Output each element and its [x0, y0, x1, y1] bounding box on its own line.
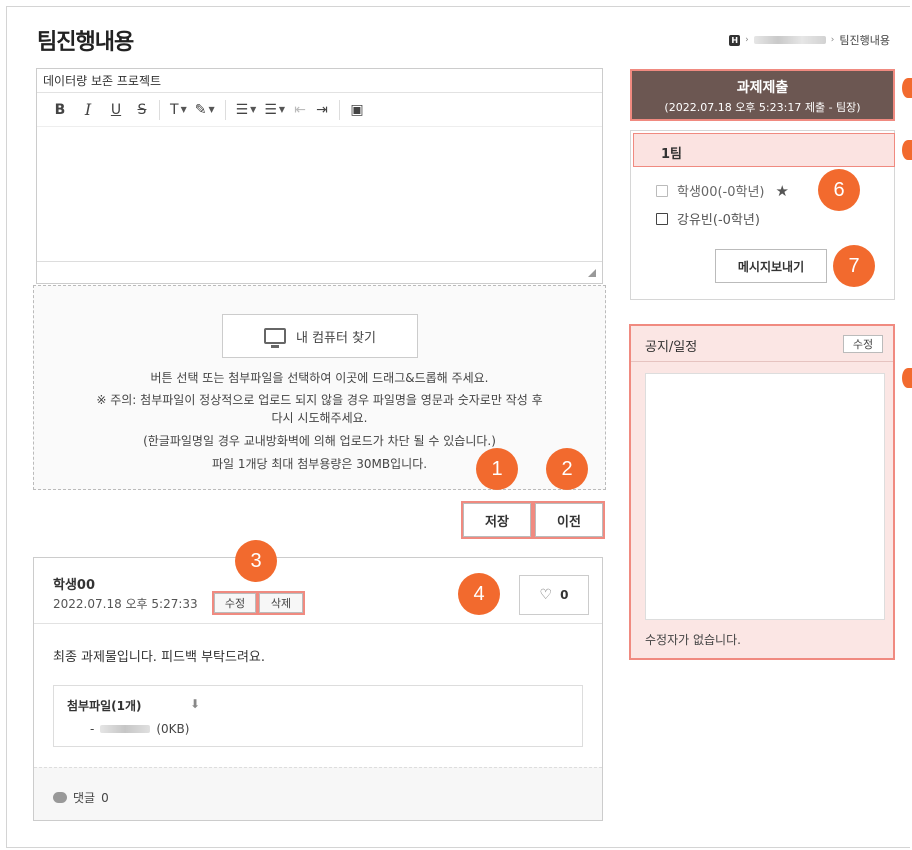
home-icon[interactable]: H — [729, 34, 741, 46]
upload-size-limit: 파일 1개당 최대 첨부용량은 30MB입니다. — [211, 457, 428, 471]
upload-instruction: 버튼 선택 또는 첨부파일을 선택하여 이곳에 드래그&드롭해 주세요. — [150, 371, 489, 385]
underline-button[interactable]: U — [105, 98, 127, 122]
notice-edit-button[interactable]: 수정 — [843, 335, 883, 353]
editor-content-area[interactable] — [37, 128, 602, 262]
ordered-list-icon: ☰ — [235, 101, 249, 118]
breadcrumb-current: 팀진행내용 — [839, 34, 890, 47]
font-size-icon: T — [170, 101, 179, 118]
upload-firewall-note: (한글파일명일 경우 교내방화벽에 의해 업로드가 차단 될 수 있습니다.) — [143, 434, 496, 448]
callout-badge-edge — [902, 140, 912, 160]
callout-badge-3: 3 — [235, 540, 277, 582]
font-size-button[interactable]: T ▼ — [166, 98, 191, 122]
chevron-right-icon: › — [830, 35, 835, 45]
editor-toolbar: B I U S T ▼ ✎ ▼ ☰ ▼ ☰ ▼ ⇤ ⇥ ▣ — [37, 93, 602, 127]
prev-button[interactable]: 이전 — [533, 501, 605, 539]
highlight-button[interactable]: ✎ ▼ — [191, 98, 219, 122]
editor-title-input[interactable]: 데이터량 보존 프로젝트 — [37, 69, 602, 93]
file-bullet: - — [90, 722, 95, 736]
browse-computer-button[interactable]: 내 컴퓨터 찾기 — [222, 314, 418, 358]
notice-editor-status: 수정자가 없습니다. — [645, 633, 741, 647]
team-name: 1팀 — [633, 133, 895, 167]
callout-badge-2: 2 — [546, 448, 588, 490]
toolbar-divider — [159, 99, 160, 120]
star-leader-icon: ★ — [775, 181, 789, 200]
comment-toggle[interactable]: 댓글 0 — [53, 789, 109, 806]
post-body: 최종 과제물입니다. 피드백 부탁드려요. — [53, 650, 266, 665]
comment-bubble-icon — [53, 792, 67, 803]
caret-down-icon: ▼ — [250, 105, 257, 114]
caret-down-icon: ▼ — [180, 105, 187, 114]
callout-badge-edge — [902, 368, 912, 388]
team-member-row: 학생00(-0학년) ★ — [656, 181, 789, 200]
breadcrumb-blurred-item[interactable] — [753, 36, 826, 44]
highlight-pen-icon: ✎ — [194, 101, 207, 118]
post-edit-button[interactable]: 수정 — [212, 591, 258, 615]
page-title: 팀진행내용 — [37, 30, 134, 55]
indent-button[interactable]: ⇥ — [311, 98, 333, 122]
unordered-list-button[interactable]: ☰ ▼ — [260, 98, 289, 122]
post-footer: 댓글 0 — [34, 767, 602, 820]
ordered-list-button[interactable]: ☰ ▼ — [232, 98, 261, 122]
post-date: 2022.07.18 오후 5:27:33 — [53, 597, 198, 611]
save-button[interactable]: 저장 — [461, 501, 533, 539]
like-count: 0 — [560, 588, 569, 602]
resize-handle-icon[interactable] — [588, 269, 596, 277]
file-drop-zone[interactable]: 내 컴퓨터 찾기 버튼 선택 또는 첨부파일을 선택하여 이곳에 드래그&드롭해… — [33, 285, 606, 490]
rich-text-editor: 데이터량 보존 프로젝트 B I U S T ▼ ✎ ▼ ☰ ▼ ☰ ▼ ⇤ ⇥ ▣ — [36, 68, 603, 284]
callout-badge-7: 7 — [833, 245, 875, 287]
post-header: 학생00 2022.07.18 오후 5:27:33 수정 삭제 ♡ 0 — [34, 558, 602, 624]
heart-icon: ♡ — [539, 587, 553, 603]
post-card: 학생00 2022.07.18 오후 5:27:33 수정 삭제 ♡ 0 최종 … — [33, 557, 603, 821]
member-name: 학생00(-0학년) — [677, 185, 765, 200]
toolbar-divider — [339, 99, 341, 120]
chevron-right-icon: › — [745, 35, 749, 45]
browse-computer-label: 내 컴퓨터 찾기 — [295, 330, 377, 346]
breadcrumb: H › › 팀진행내용 — [729, 32, 890, 48]
team-member-row: 강유빈(-0학년) — [656, 209, 760, 228]
comment-label: 댓글 — [73, 791, 96, 805]
post-delete-button[interactable]: 삭제 — [257, 591, 305, 615]
strikethrough-button[interactable]: S — [131, 98, 153, 122]
file-name-blurred — [100, 725, 151, 733]
comment-count: 0 — [101, 790, 109, 805]
attachment-title: 첨부파일(1개) — [67, 699, 142, 713]
attachment-box: 첨부파일(1개) ⬇ - (0KB) — [53, 685, 583, 747]
monitor-icon — [263, 328, 286, 348]
callout-badge-edge — [902, 78, 912, 98]
submit-assignment-button[interactable]: 과제제출 (2022.07.18 오후 5:23:17 제출 - 팀장) — [630, 69, 895, 121]
bold-button[interactable]: B — [49, 98, 71, 122]
upload-warning: ※ 주의: 첨부파일이 정상적으로 업로드 되지 않을 경우 파일명을 영문과 … — [96, 393, 543, 407]
member-checkbox-disabled — [656, 184, 668, 197]
notice-title: 공지/일정 — [645, 340, 698, 355]
post-author: 학생00 — [53, 578, 96, 593]
caret-down-icon: ▼ — [278, 105, 286, 114]
member-name: 강유빈(-0학년) — [677, 213, 760, 228]
outdent-button[interactable]: ⇤ — [289, 98, 311, 122]
notice-content-area[interactable] — [645, 373, 885, 620]
download-icon[interactable]: ⬇ — [190, 697, 200, 711]
send-message-button[interactable]: 메시지보내기 — [715, 249, 827, 283]
unordered-list-icon: ☰ — [264, 101, 277, 118]
callout-badge-6: 6 — [818, 169, 860, 211]
like-button[interactable]: ♡ 0 — [519, 575, 589, 615]
callout-badge-1: 1 — [476, 448, 518, 490]
submit-label: 과제제출 — [736, 80, 789, 96]
member-checkbox[interactable] — [656, 212, 668, 225]
toolbar-divider — [224, 99, 226, 120]
file-size: (0KB) — [156, 722, 190, 736]
upload-warning-cont: 다시 시도해주세요. — [271, 411, 368, 425]
attachment-file-link[interactable]: - (0KB) — [90, 722, 189, 736]
italic-button[interactable]: I — [77, 98, 99, 122]
caret-down-icon: ▼ — [208, 105, 215, 114]
insert-image-button[interactable]: ▣ — [346, 98, 368, 122]
divider — [631, 361, 893, 362]
notice-schedule-panel: 공지/일정 수정 수정자가 없습니다. — [629, 324, 895, 660]
callout-badge-4: 4 — [458, 573, 500, 615]
submit-timestamp: (2022.07.18 오후 5:23:17 제출 - 팀장) — [664, 101, 861, 114]
